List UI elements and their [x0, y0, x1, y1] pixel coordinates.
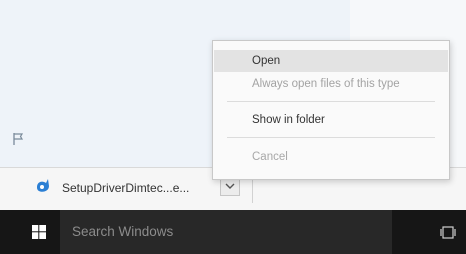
flag-icon	[13, 133, 24, 145]
setup-file-icon	[37, 179, 49, 192]
task-view-icon[interactable]	[440, 226, 456, 239]
chevron-down-icon	[225, 183, 235, 189]
start-button[interactable]	[0, 210, 60, 254]
download-context-menu: Open Always open files of this type Show…	[212, 40, 450, 180]
menu-divider	[227, 101, 435, 102]
menu-item-cancel[interactable]: Cancel	[214, 146, 448, 168]
menu-divider	[227, 137, 435, 138]
windows-logo-icon	[32, 225, 46, 239]
search-placeholder[interactable]: Search Windows	[72, 224, 173, 239]
menu-item-show-in-folder[interactable]: Show in folder	[214, 109, 448, 131]
menu-item-open[interactable]: Open	[214, 50, 448, 72]
download-file-name[interactable]: SetupDriverDimtec...e...	[62, 181, 189, 195]
taskbar: Search Windows	[0, 210, 466, 254]
search-box[interactable]: Search Windows	[60, 210, 392, 254]
menu-item-always-open: Always open files of this type	[252, 78, 400, 90]
